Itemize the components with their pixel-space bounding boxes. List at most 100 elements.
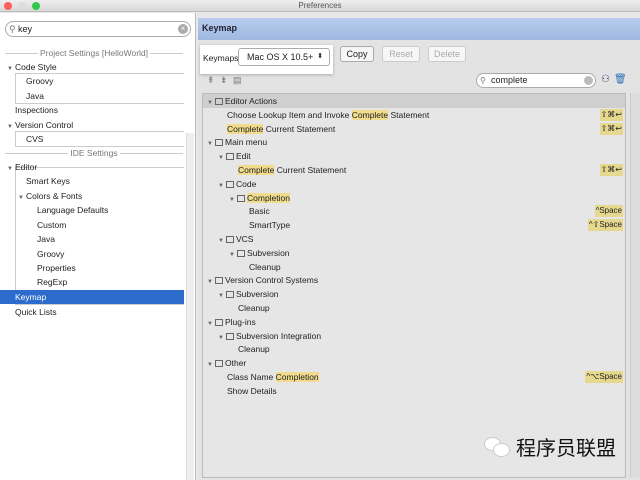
sidebar-item-groovy[interactable]: Groovy (0, 247, 184, 261)
sidebar-item-label: Inspections (15, 105, 58, 115)
action-row[interactable]: SmartType ^⇧Space (203, 218, 625, 232)
action-label: VCS (236, 234, 254, 244)
trash-icon[interactable]: 🗑 (614, 74, 627, 85)
action-label: Subversion (247, 247, 290, 258)
action-row[interactable]: Complete Current Statement ⇧⌘↩ (203, 122, 625, 136)
sidebar-item-inspections[interactable]: Inspections (0, 103, 184, 117)
action-row[interactable]: Cleanup (203, 260, 625, 274)
sidebar-item-label: Java (37, 234, 55, 244)
action-label: Show Details (227, 385, 277, 396)
watermark: 程序员联盟 (484, 432, 616, 461)
sidebar-scrollbar[interactable] (186, 133, 194, 480)
minimize-window-button[interactable] (18, 2, 26, 10)
action-group-row[interactable]: ▼ Subversion (203, 246, 625, 260)
section-header-label: Project Settings [HelloWorld] (37, 48, 151, 58)
sidebar-item-label: Version Control (15, 120, 74, 130)
keymaps-selector-group: Keymaps: Mac OS X 10.5+ ⬍ (200, 45, 333, 74)
wechat-logo-icon (484, 436, 510, 457)
keymaps-label: Keymaps: (203, 53, 241, 63)
settings-sidebar: ⚲ key × Project Settings [HelloWorld] IDE… (0, 13, 196, 480)
sidebar-item-label: Groovy (26, 76, 54, 86)
action-label: Main menu (225, 137, 268, 148)
sidebar-item-language-defaults[interactable]: Language Defaults (0, 203, 184, 217)
action-filter-input[interactable]: ⚲ complete (476, 73, 596, 88)
action-group-row[interactable]: ▼ Plug-ins (203, 315, 625, 329)
actions-tree: ▼ Editor Actions Choose Lookup Item and In… (202, 93, 626, 478)
panel-title: Keymap (198, 18, 640, 40)
sidebar-item-groovy[interactable]: Groovy (0, 74, 184, 88)
action-label: Subversion Integration (236, 330, 322, 341)
folder-icon (226, 332, 234, 340)
shortcut-badge: ⇧⌘↩ (599, 108, 623, 121)
search-value: key (18, 24, 33, 34)
sidebar-item-editor[interactable]: ▼ Editor (0, 160, 184, 174)
action-row[interactable]: Show Details (203, 384, 625, 398)
folder-icon (215, 98, 223, 105)
expand-all-icon[interactable]: ⇞ (207, 75, 215, 86)
search-match-text: Complete (238, 165, 275, 175)
folder-icon (215, 139, 223, 147)
search-match-text: Complete (227, 123, 264, 134)
sidebar-item-code-style[interactable]: ▼ Code Style (0, 60, 184, 74)
action-label: Other (225, 358, 247, 369)
folder-icon (237, 194, 245, 202)
action-group-row[interactable]: ▼ Completion (203, 191, 625, 205)
action-group-row[interactable]: ▼ VCS (203, 232, 625, 246)
filter-value: complete (491, 75, 528, 85)
action-group-row[interactable]: ▼ Subversion Integration (203, 329, 625, 343)
sidebar-item-colors-fonts[interactable]: ▼ Colors & Fonts (0, 189, 184, 203)
action-row[interactable]: Choose Lookup Item and Invoke Complete S… (203, 108, 625, 122)
edit-shortcut-icon[interactable]: ▤ (233, 75, 242, 86)
clear-filter-icon[interactable] (584, 76, 593, 85)
delete-button[interactable]: Delete (428, 46, 466, 62)
sidebar-item-label: Colors & Fonts (26, 191, 83, 201)
find-by-shortcut-icon[interactable]: ⚇ (601, 74, 610, 85)
action-group-row[interactable]: ▼ Code (203, 177, 625, 191)
action-label: Cleanup (249, 261, 281, 272)
reset-button[interactable]: Reset (382, 46, 420, 62)
action-group-row[interactable]: ▼ Subversion (203, 287, 625, 301)
keymap-select[interactable]: Mac OS X 10.5+ ⬍ (238, 48, 330, 66)
sidebar-item-properties[interactable]: Properties (0, 261, 184, 275)
sidebar-item-java[interactable]: Java (0, 89, 184, 103)
tree-scrollbar[interactable] (630, 93, 640, 478)
action-row[interactable]: Basic ^Space (203, 204, 625, 218)
action-group-row[interactable]: ▼ Version Control Systems (203, 273, 625, 287)
search-match-text: Complete (351, 109, 389, 120)
sidebar-item-regexp[interactable]: RegExp (0, 275, 184, 289)
sidebar-item-quick-lists[interactable]: Quick Lists (0, 305, 184, 319)
maximize-window-button[interactable] (32, 2, 40, 10)
sidebar-item-label: Custom (37, 220, 67, 230)
clear-search-icon[interactable]: × (178, 24, 188, 34)
sidebar-item-label: Smart Keys (26, 176, 70, 186)
action-row[interactable]: Cleanup (203, 301, 625, 315)
sidebar-item-label: Quick Lists (15, 307, 57, 317)
sidebar-item-keymap[interactable]: Keymap (0, 290, 184, 304)
action-row[interactable]: Class Name Completion ^⌥Space (203, 370, 625, 384)
action-label: Basic (249, 206, 270, 217)
collapse-all-icon[interactable]: ⇟ (220, 75, 228, 86)
sidebar-item-label: Code Style (15, 62, 57, 72)
action-group-row[interactable]: ▼ Editor Actions (203, 94, 625, 108)
copy-button[interactable]: Copy (340, 46, 374, 62)
action-row[interactable]: Cleanup (203, 342, 625, 356)
action-group-row[interactable]: ▼ Main menu (203, 135, 625, 149)
folder-icon (215, 360, 223, 368)
action-group-row[interactable]: ▼ Edit (203, 149, 625, 163)
close-window-button[interactable] (4, 2, 12, 10)
keymap-panel: Keymap Keymaps: Mac OS X 10.5+ ⬍ Copy Res… (198, 18, 640, 480)
sidebar-item-cvs[interactable]: CVS (0, 132, 184, 146)
action-label: Cleanup (238, 344, 270, 355)
search-icon: ⚲ (9, 24, 16, 34)
search-match-text: Completion (275, 372, 319, 382)
sidebar-item-custom[interactable]: Custom (0, 218, 184, 232)
action-row[interactable]: Complete Current Statement ⇧⌘↩ (203, 163, 625, 177)
sidebar-item-smart-keys[interactable]: Smart Keys (0, 174, 184, 188)
shortcut-badge: ^⌥Space (585, 371, 623, 383)
sidebar-item-java[interactable]: Java (0, 232, 184, 246)
settings-search-input[interactable]: ⚲ key × (5, 21, 191, 37)
action-label: Current Statement (274, 165, 347, 175)
folder-icon (215, 318, 223, 326)
sidebar-item-version-control[interactable]: ▼ Version Control (0, 118, 184, 132)
action-group-row[interactable]: ▼ Other (203, 356, 625, 370)
